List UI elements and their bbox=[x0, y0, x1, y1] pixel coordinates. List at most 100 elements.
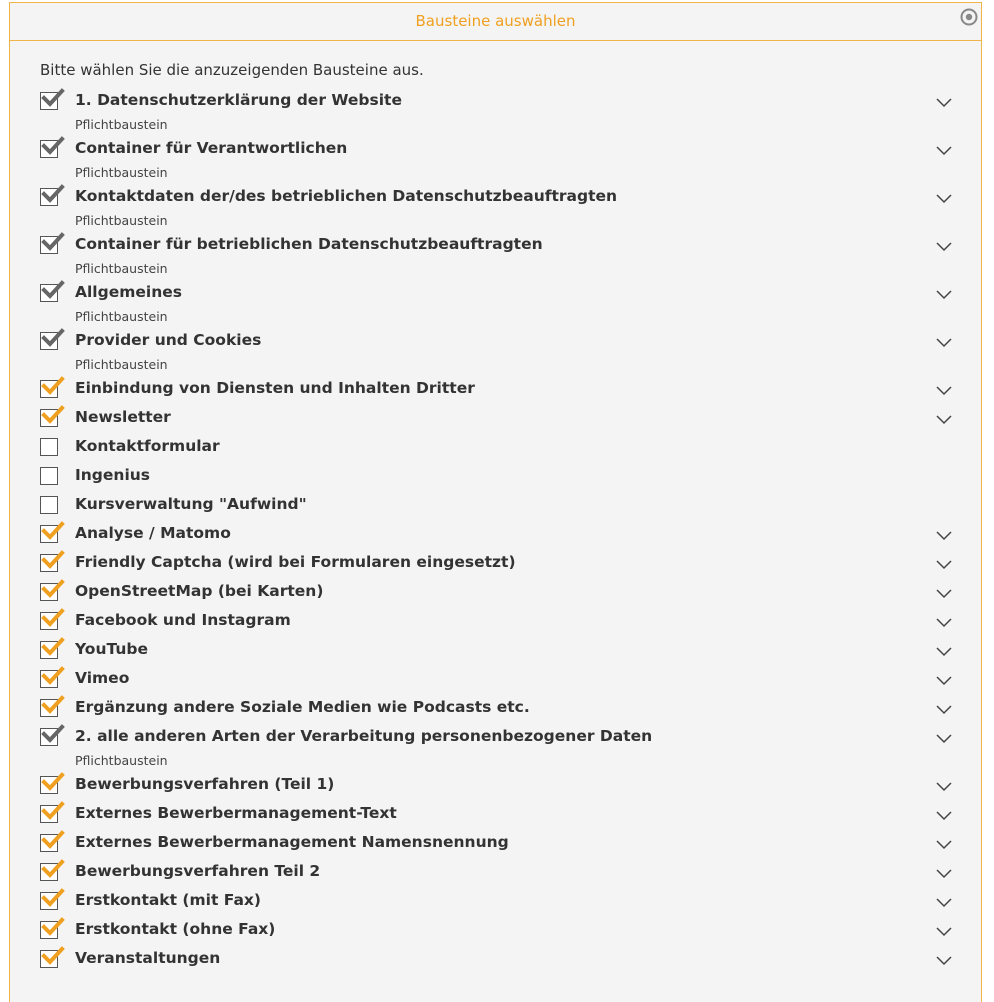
baustein-checkbox[interactable] bbox=[40, 496, 58, 514]
chevron-down-icon[interactable] bbox=[935, 809, 953, 821]
baustein-checkbox[interactable] bbox=[40, 88, 65, 110]
baustein-item: Kontaktdaten der/des betrieblichen Daten… bbox=[10, 184, 981, 232]
chevron-down-icon[interactable] bbox=[935, 384, 953, 396]
baustein-label[interactable]: Kursverwaltung "Aufwind" bbox=[75, 495, 307, 513]
chevron-down-icon[interactable] bbox=[935, 954, 953, 966]
baustein-checkbox[interactable] bbox=[40, 579, 65, 601]
checkmark-icon bbox=[41, 917, 65, 936]
close-icon[interactable] bbox=[960, 8, 978, 26]
baustein-label[interactable]: Friendly Captcha (wird bei Formularen ei… bbox=[75, 553, 516, 571]
chevron-down-icon[interactable] bbox=[935, 144, 953, 156]
baustein-label[interactable]: Bewerbungsverfahren Teil 2 bbox=[75, 862, 320, 880]
baustein-checkbox[interactable] bbox=[40, 772, 65, 794]
baustein-label[interactable]: Externes Bewerbermanagement-Text bbox=[75, 804, 397, 822]
baustein-checkbox[interactable] bbox=[40, 521, 65, 543]
baustein-checkbox[interactable] bbox=[40, 328, 65, 350]
checkmark-icon bbox=[41, 772, 65, 791]
baustein-label[interactable]: Container für betrieblichen Datenschutzb… bbox=[75, 235, 543, 253]
chevron-down-icon[interactable] bbox=[935, 240, 953, 252]
baustein-item: Erstkontakt (mit Fax) bbox=[10, 888, 981, 917]
baustein-label[interactable]: Erstkontakt (ohne Fax) bbox=[75, 920, 275, 938]
baustein-checkbox[interactable] bbox=[40, 467, 58, 485]
chevron-down-icon[interactable] bbox=[935, 336, 953, 348]
checkmark-icon bbox=[41, 280, 65, 299]
baustein-label[interactable]: OpenStreetMap (bei Karten) bbox=[75, 582, 323, 600]
pflicht-hint: Pflichtbaustein bbox=[75, 753, 168, 768]
baustein-label[interactable]: Facebook und Instagram bbox=[75, 611, 291, 629]
baustein-checkbox[interactable] bbox=[40, 917, 65, 939]
chevron-down-icon[interactable] bbox=[935, 896, 953, 908]
baustein-label[interactable]: YouTube bbox=[75, 640, 148, 658]
baustein-label[interactable]: Newsletter bbox=[75, 408, 171, 426]
checkmark-icon bbox=[41, 608, 65, 627]
chevron-down-icon[interactable] bbox=[935, 529, 953, 541]
chevron-down-icon[interactable] bbox=[935, 616, 953, 628]
chevron-down-icon[interactable] bbox=[935, 732, 953, 744]
baustein-label[interactable]: Ingenius bbox=[75, 466, 150, 484]
chevron-down-icon[interactable] bbox=[935, 838, 953, 850]
checkmark-icon bbox=[41, 521, 65, 540]
baustein-checkbox[interactable] bbox=[40, 637, 65, 659]
baustein-checkbox[interactable] bbox=[40, 830, 65, 852]
chevron-down-icon[interactable] bbox=[935, 288, 953, 300]
checkmark-icon bbox=[41, 801, 65, 820]
baustein-label[interactable]: Kontaktformular bbox=[75, 437, 220, 455]
baustein-label[interactable]: Einbindung von Diensten und Inhalten Dri… bbox=[75, 379, 475, 397]
baustein-checkbox[interactable] bbox=[40, 405, 65, 427]
baustein-checkbox[interactable] bbox=[40, 438, 58, 456]
baustein-label[interactable]: Ergänzung andere Soziale Medien wie Podc… bbox=[75, 698, 530, 716]
chevron-down-icon[interactable] bbox=[935, 867, 953, 879]
baustein-label[interactable]: Erstkontakt (mit Fax) bbox=[75, 891, 261, 909]
chevron-down-icon[interactable] bbox=[935, 780, 953, 792]
baustein-label[interactable]: 2. alle anderen Arten der Verarbeitung p… bbox=[75, 727, 652, 745]
baustein-checkbox[interactable] bbox=[40, 888, 65, 910]
baustein-checkbox[interactable] bbox=[40, 136, 65, 158]
bausteine-list: 1. Datenschutzerklärung der Website Pflic… bbox=[10, 88, 981, 975]
chevron-down-icon[interactable] bbox=[935, 192, 953, 204]
chevron-down-icon[interactable] bbox=[935, 645, 953, 657]
checkmark-icon bbox=[41, 579, 65, 598]
baustein-checkbox[interactable] bbox=[40, 666, 65, 688]
baustein-label[interactable]: 1. Datenschutzerklärung der Website bbox=[75, 91, 402, 109]
baustein-item: 2. alle anderen Arten der Verarbeitung p… bbox=[10, 724, 981, 772]
checkmark-icon bbox=[41, 184, 65, 203]
chevron-down-icon[interactable] bbox=[935, 558, 953, 570]
baustein-item: Kursverwaltung "Aufwind" bbox=[10, 492, 981, 521]
baustein-label[interactable]: Vimeo bbox=[75, 669, 129, 687]
baustein-label[interactable]: Externes Bewerbermanagement Namensnennun… bbox=[75, 833, 509, 851]
baustein-item: Friendly Captcha (wird bei Formularen ei… bbox=[10, 550, 981, 579]
baustein-checkbox[interactable] bbox=[40, 946, 65, 968]
chevron-down-icon[interactable] bbox=[935, 925, 953, 937]
baustein-checkbox[interactable] bbox=[40, 608, 65, 630]
baustein-item: Container für Verantwortlichen Pflichtbau… bbox=[10, 136, 981, 184]
baustein-item: Bewerbungsverfahren Teil 2 bbox=[10, 859, 981, 888]
checkmark-icon bbox=[41, 830, 65, 849]
baustein-checkbox[interactable] bbox=[40, 550, 65, 572]
baustein-checkbox[interactable] bbox=[40, 801, 65, 823]
baustein-label[interactable]: Analyse / Matomo bbox=[75, 524, 231, 542]
baustein-label[interactable]: Veranstaltungen bbox=[75, 949, 220, 967]
chevron-down-icon[interactable] bbox=[935, 703, 953, 715]
baustein-checkbox[interactable] bbox=[40, 184, 65, 206]
baustein-label[interactable]: Allgemeines bbox=[75, 283, 182, 301]
baustein-checkbox[interactable] bbox=[40, 376, 65, 398]
baustein-label[interactable]: Bewerbungsverfahren (Teil 1) bbox=[75, 775, 334, 793]
baustein-item: Analyse / Matomo bbox=[10, 521, 981, 550]
chevron-down-icon[interactable] bbox=[935, 413, 953, 425]
checkmark-icon bbox=[41, 666, 65, 685]
baustein-label[interactable]: Container für Verantwortlichen bbox=[75, 139, 347, 157]
baustein-checkbox[interactable] bbox=[40, 724, 65, 746]
baustein-item: Kontaktformular bbox=[10, 434, 981, 463]
chevron-down-icon[interactable] bbox=[935, 96, 953, 108]
baustein-checkbox[interactable] bbox=[40, 232, 65, 254]
baustein-item: Facebook und Instagram bbox=[10, 608, 981, 637]
baustein-label[interactable]: Kontaktdaten der/des betrieblichen Daten… bbox=[75, 187, 617, 205]
baustein-checkbox[interactable] bbox=[40, 280, 65, 302]
chevron-down-icon[interactable] bbox=[935, 587, 953, 599]
checkmark-icon bbox=[41, 637, 65, 656]
pflicht-hint: Pflichtbaustein bbox=[75, 165, 168, 180]
baustein-checkbox[interactable] bbox=[40, 859, 65, 881]
baustein-checkbox[interactable] bbox=[40, 695, 65, 717]
baustein-label[interactable]: Provider und Cookies bbox=[75, 331, 261, 349]
chevron-down-icon[interactable] bbox=[935, 674, 953, 686]
